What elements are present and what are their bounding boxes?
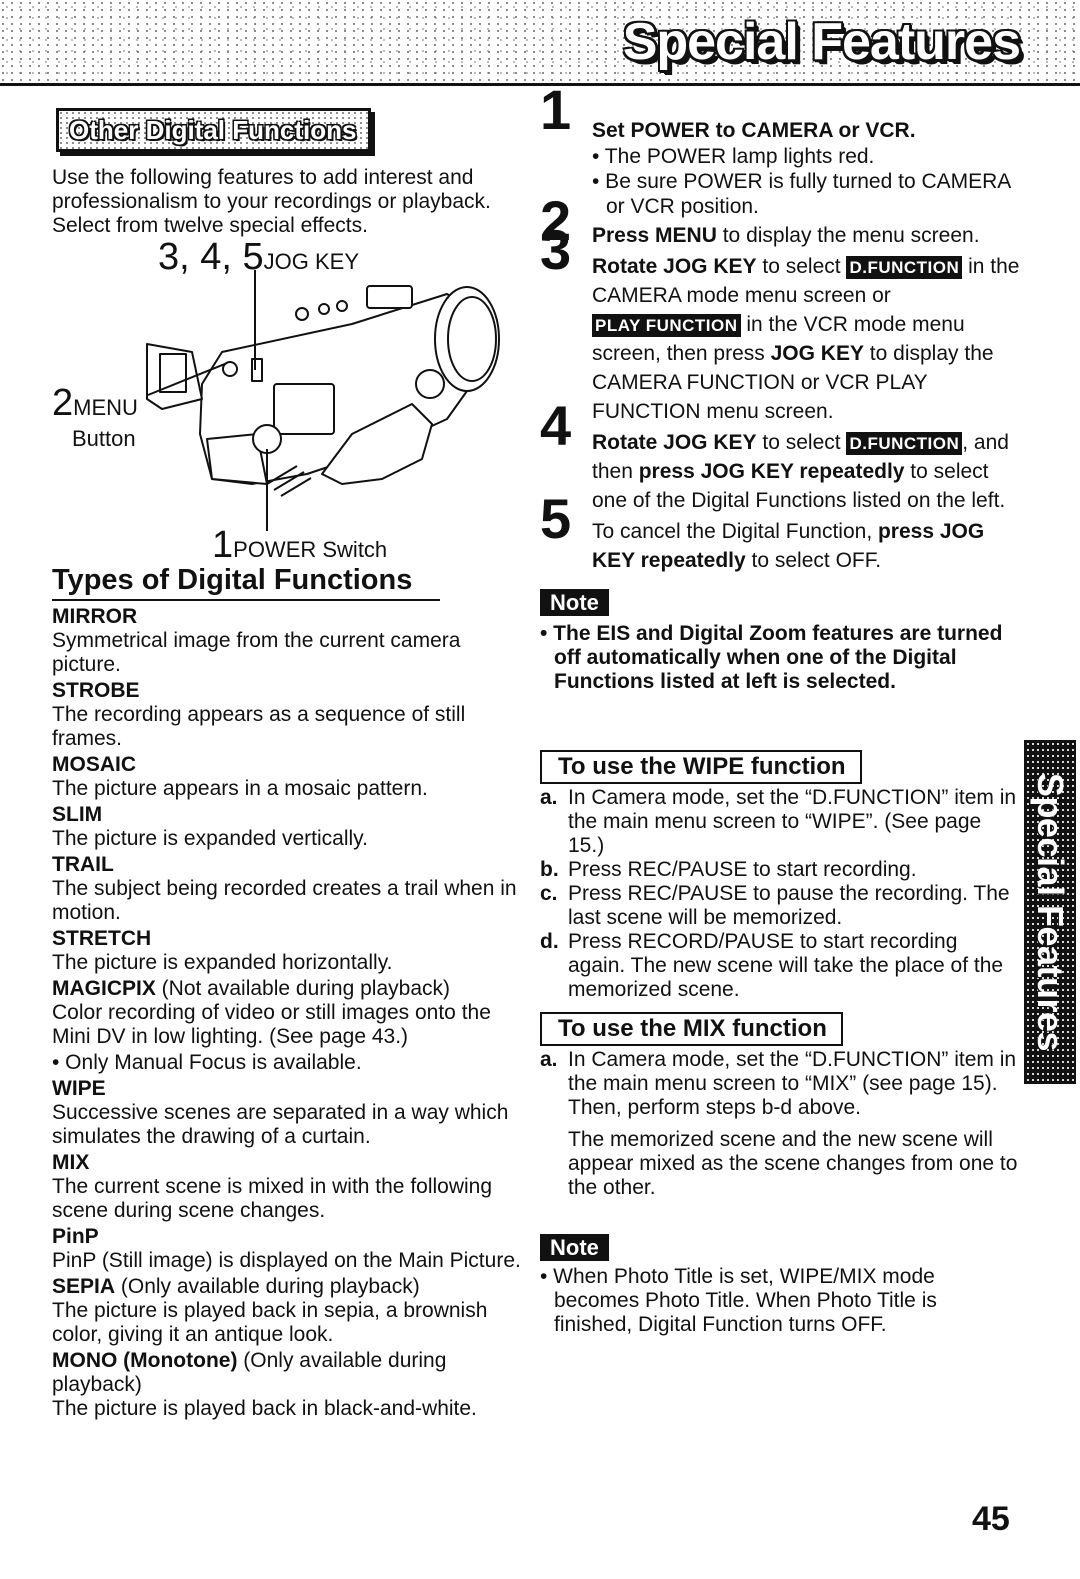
wipe-section-title: To use the WIPE function	[540, 750, 862, 784]
step-number: 3	[540, 218, 572, 281]
wipe-section: To use the WIPE function a. In Camera mod…	[540, 750, 1020, 1002]
function-description: The picture appears in a mosaic pattern.	[52, 777, 428, 800]
function-description: Color recording of video or still images…	[52, 1001, 491, 1048]
step-text: Press REC/PAUSE to start recording.	[568, 858, 917, 881]
right-column: 1 Set POWER to CAMERA or VCR. • The POWE…	[540, 82, 1020, 1337]
function-description: The recording appears as a sequence of s…	[52, 703, 466, 750]
function-name: PinP	[52, 1225, 99, 1248]
function-name: SEPIA (Only available during playback)	[52, 1275, 420, 1298]
function-name: MAGICPIX (Not available during playback)	[52, 977, 450, 1000]
lettered-step: b. Press REC/PAUSE to start recording.	[540, 858, 1020, 882]
lettered-step: a. In Camera mode, set the “D.FUNCTION” i…	[540, 786, 1020, 858]
step-letter: a.	[540, 786, 558, 809]
step-2: 2 Press MENU to display the menu screen.	[540, 193, 1020, 250]
function-name: WIPE	[52, 1077, 106, 1100]
function-name: SLIM	[52, 803, 103, 826]
step-5-text: To cancel the Digital Function, press JO…	[592, 520, 985, 572]
function-list: MIRROR Symmetrical image from the current…	[52, 605, 522, 1421]
note-2-text: • When Photo Title is set, WIPE/MIX mode…	[540, 1265, 937, 1336]
lettered-step: d. Press RECORD/PAUSE to start recording …	[540, 930, 1020, 1002]
step-1-bullet: • Be sure POWER is fully turned to CAMER…	[592, 170, 1011, 218]
function-description: Successive scenes are separated in a way…	[52, 1101, 509, 1148]
play-function-menu-chip: PLAY FUNCTION	[592, 314, 741, 337]
types-title: Types of Digital Functions	[52, 564, 440, 601]
page-title: Special Features	[622, 13, 1021, 71]
left-column: Other Digital Functions Use the followin…	[52, 108, 522, 1423]
intro-text: Use the following features to add intere…	[52, 166, 491, 237]
step-1-bullet: • The POWER lamp lights red.	[592, 145, 875, 168]
jog-key-callout-line	[254, 270, 256, 370]
section-side-tab: Special Features	[1024, 740, 1076, 1084]
step-3: 3 Rotate JOG KEY to select D.FUNCTION in…	[540, 222, 1020, 426]
step-1: 1 Set POWER to CAMERA or VCR. • The POWE…	[540, 82, 1020, 219]
lettered-step: a. In Camera mode, set the “D.FUNCTION” i…	[540, 1048, 1020, 1120]
page-number: 45	[972, 1500, 1010, 1538]
function-description: The picture is expanded horizontally.	[52, 951, 393, 974]
function-description: Symmetrical image from the current camer…	[52, 629, 461, 676]
d-function-menu-chip: D.FUNCTION	[846, 432, 963, 455]
side-tab-label: Special Features	[1030, 772, 1071, 1052]
note-1: Note • The EIS and Digital Zoom features…	[540, 589, 1020, 694]
power-callout-line	[266, 449, 268, 531]
step-letter: a.	[540, 1048, 558, 1071]
function-description: The picture is expanded vertically.	[52, 827, 368, 850]
mix-section: To use the MIX function a. In Camera mode…	[540, 1012, 1020, 1200]
step-number: 5	[540, 487, 572, 550]
function-name: MIRROR	[52, 605, 138, 628]
lettered-step: c. Press REC/PAUSE to pause the recording…	[540, 882, 1020, 930]
function-description: PinP (Still image) is displayed on the M…	[52, 1249, 521, 1272]
step-5: 5 To cancel the Digital Function, press …	[540, 491, 1020, 575]
function-description: The picture is played back in sepia, a b…	[52, 1299, 488, 1346]
note-label: Note	[540, 1234, 609, 1261]
step-text: In Camera mode, set the “D.FUNCTION” ite…	[568, 786, 1017, 857]
note-2: Note • When Photo Title is set, WIPE/MIX…	[540, 1234, 1020, 1337]
step-1-title: Set POWER to CAMERA or VCR.	[592, 119, 916, 142]
function-name: TRAIL	[52, 853, 114, 876]
step-4: 4 Rotate JOG KEY to select D.FUNCTION, a…	[540, 398, 1020, 515]
mix-section-title: To use the MIX function	[540, 1012, 843, 1046]
d-function-menu-chip: D.FUNCTION	[846, 256, 963, 279]
mix-paragraph: The memorized scene and the new scene wi…	[568, 1128, 1018, 1199]
mix-steps: a. In Camera mode, set the “D.FUNCTION” i…	[540, 1048, 1020, 1120]
function-name: MONO (Monotone) (Only available during p…	[52, 1349, 447, 1396]
step-number: 4	[540, 394, 572, 457]
step-2-text: Press MENU to display the menu screen.	[592, 224, 980, 247]
step-letter: b.	[540, 858, 559, 881]
step-3-text: Rotate JOG KEY to select D.FUNCTION in t…	[592, 255, 1020, 423]
function-name: STRETCH	[52, 927, 152, 950]
function-name: MOSAIC	[52, 753, 136, 776]
camcorder-figure: 3, 4, 5JOG KEY 2MENU Button 1POWER Switc…	[52, 234, 522, 564]
function-bullet: • Only Manual Focus is available.	[52, 1051, 362, 1074]
note-1-text: • The EIS and Digital Zoom features are …	[540, 622, 1003, 693]
wipe-steps: a. In Camera mode, set the “D.FUNCTION” i…	[540, 786, 1020, 1002]
function-description: The picture is played back in black-and-…	[52, 1397, 477, 1420]
step-text: Press REC/PAUSE to pause the recording. …	[568, 882, 1010, 929]
function-description: The subject being recorded creates a tra…	[52, 877, 517, 924]
function-name: MIX	[52, 1151, 90, 1174]
note-label: Note	[540, 589, 609, 616]
section-title: Other Digital Functions	[56, 108, 372, 152]
step-letter: d.	[540, 930, 559, 953]
step-4-text: Rotate JOG KEY to select D.FUNCTION, and…	[592, 431, 1009, 512]
step-number: 1	[540, 78, 572, 141]
step-letter: c.	[540, 882, 558, 905]
function-description: The current scene is mixed in with the f…	[52, 1175, 493, 1222]
step-text: In Camera mode, set the “D.FUNCTION” ite…	[568, 1048, 1017, 1119]
step-text: Press RECORD/PAUSE to start recording ag…	[568, 930, 1004, 1001]
camcorder-illustration	[146, 285, 500, 497]
function-name: STROBE	[52, 679, 140, 702]
